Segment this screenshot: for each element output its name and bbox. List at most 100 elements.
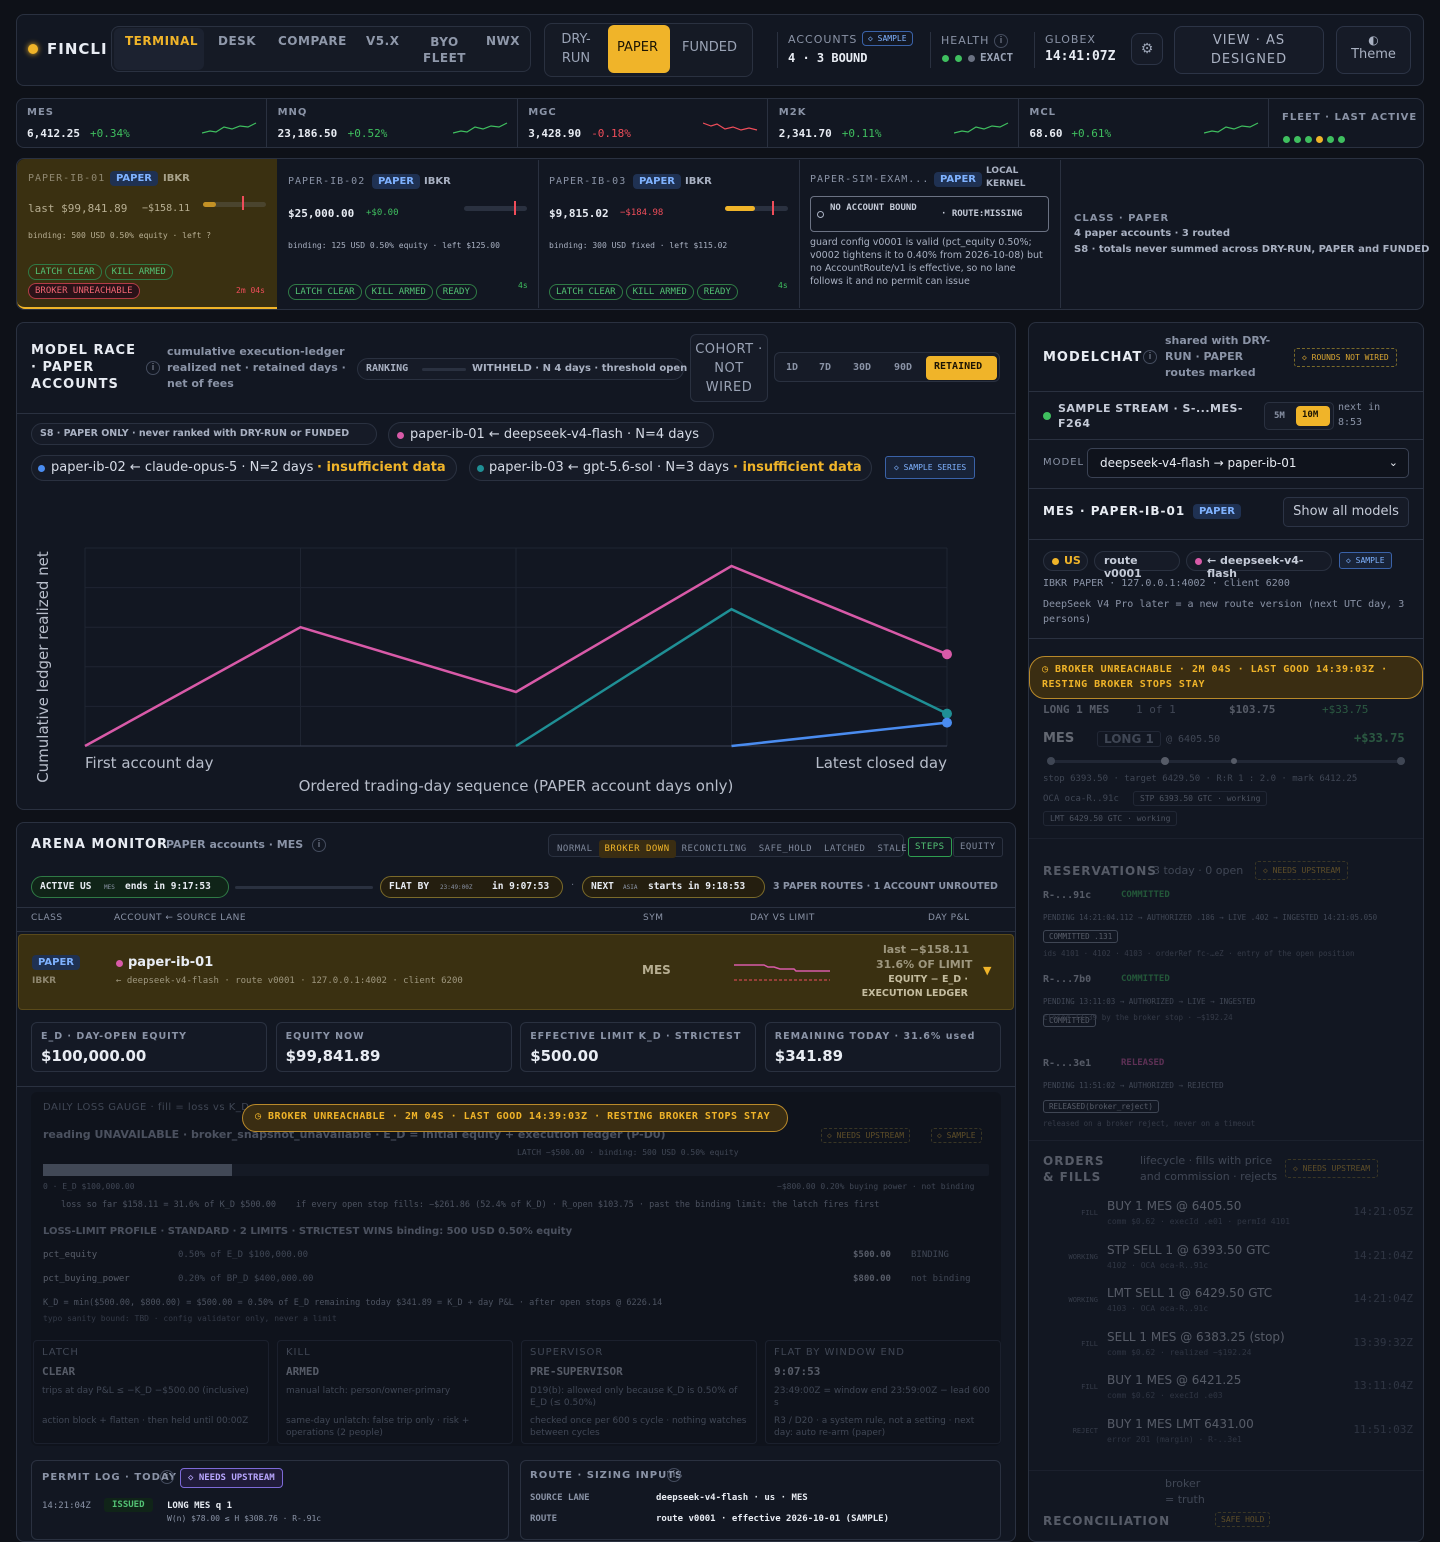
state-reconciling[interactable]: RECONCILING xyxy=(676,840,753,858)
account-binding: binding: 125 USD 0.50% equity · left $12… xyxy=(288,241,500,250)
ticker-mnq[interactable]: MNQ 23,186.50 +0.52% xyxy=(268,99,518,147)
ticker-change: +0.11% xyxy=(841,127,882,140)
gear-icon: ⚙ xyxy=(1140,41,1154,57)
routes-summary: 3 PAPER ROUTES · 1 ACCOUNT UNROUTED xyxy=(773,881,998,892)
stops-line: stop 6393.50 · target 6429.50 · R:R 1 : … xyxy=(1043,774,1358,784)
row-broker: IBKR xyxy=(32,976,57,986)
next-in-time: 8:53 xyxy=(1338,417,1363,428)
info-icon[interactable]: i xyxy=(1143,350,1157,364)
order-row[interactable]: WORKING LMT SELL 1 @ 6429.50 GTC 4103 · … xyxy=(1043,1286,1413,1328)
reservation-item[interactable]: R-...91c COMMITTED PENDING 14:21:04.112 … xyxy=(1043,890,1409,968)
divider xyxy=(1029,439,1423,440)
ticker-price: 68.60 xyxy=(1029,127,1063,140)
order-row[interactable]: WORKING STP SELL 1 @ 6393.50 GTC 4102 · … xyxy=(1043,1243,1413,1285)
tab-byo-fleet[interactable]: BYO FLEET xyxy=(422,34,467,66)
theme-button[interactable]: ◐ Theme xyxy=(1336,26,1411,74)
broker-warning-banner: ◷ BROKER UNREACHABLE · 2M 04S · LAST GOO… xyxy=(1029,656,1423,699)
order-row[interactable]: FILL BUY 1 MES @ 6405.50 comm $0.62 · ex… xyxy=(1043,1199,1413,1241)
divider xyxy=(1029,539,1423,540)
view-steps[interactable]: STEPS xyxy=(908,837,952,857)
range-retained[interactable]: RETAINED xyxy=(926,356,997,380)
gauge-title: DAILY LOSS GAUGE · fill = loss vs K_D xyxy=(43,1102,250,1113)
account-broker: IBKR xyxy=(163,173,190,184)
reservation-item[interactable]: R-...3e1 RELEASED PENDING 11:51:02 → AUT… xyxy=(1043,1058,1409,1136)
active-ends: ends in 9:17:53 xyxy=(125,881,211,892)
divider xyxy=(777,32,778,68)
info-icon[interactable]: i xyxy=(994,34,1008,48)
reservations-title: RESERVATIONS xyxy=(1043,864,1157,878)
day-vs-limit-sparkline xyxy=(734,964,830,981)
state-broker-down[interactable]: BROKER DOWN xyxy=(598,840,676,858)
withheld-label: WITHHELD · N 4 days · threshold open xyxy=(472,363,688,374)
window-5m[interactable]: 5M xyxy=(1274,411,1285,421)
scope-label: S8 · PAPER ONLY · never ranked with DRY-… xyxy=(40,428,350,439)
chip-route: route v0001 xyxy=(1094,551,1180,580)
window-10m[interactable]: 10M xyxy=(1296,406,1330,426)
state-normal[interactable]: NORMAL xyxy=(551,840,599,858)
gauge-left: 0 · E_D $100,000.00 xyxy=(43,1182,135,1191)
tab-desk[interactable]: DESK xyxy=(218,34,256,48)
view-as-designed-button[interactable]: VIEW · AS DESIGNED xyxy=(1174,26,1324,74)
range-30d[interactable]: 30D xyxy=(853,362,871,373)
range-7d[interactable]: 7D xyxy=(819,362,831,373)
order-row[interactable]: FILL BUY 1 MES @ 6421.25 comm $0.62 · ex… xyxy=(1043,1373,1413,1415)
account-name: PAPER-IB-02 xyxy=(288,176,366,187)
mode-paper[interactable]: PAPER xyxy=(608,25,670,73)
permit-status: ISSUED xyxy=(104,1498,153,1512)
health-dot xyxy=(955,55,962,62)
info-icon[interactable]: i xyxy=(146,361,160,375)
state-safe-hold[interactable]: SAFE_HOLD xyxy=(753,840,818,858)
order-row[interactable]: REJECT BUY 1 MES LMT 6431.00 error 201 (… xyxy=(1043,1417,1413,1459)
ticker-symbol: MES xyxy=(27,107,54,118)
range-1d[interactable]: 1D xyxy=(786,362,798,373)
mode-funded[interactable]: FUNDED xyxy=(682,40,737,55)
reservations-sub: 3 today · 0 open xyxy=(1153,864,1244,877)
info-icon[interactable]: i xyxy=(312,838,326,852)
next-in-label: next in xyxy=(1338,402,1381,413)
account-badge: PAPER xyxy=(934,172,983,187)
chip-sample: ◇ SAMPLE xyxy=(1339,552,1392,569)
pos-risk: $103.75 xyxy=(1229,703,1276,716)
account-note: guard config v0001 is valid (pct_equity … xyxy=(810,237,1043,287)
account-badge: PAPER xyxy=(633,174,682,189)
reservation-item[interactable]: R-...7b0 COMMITTED PENDING 13:11:03 → AU… xyxy=(1043,974,1409,1052)
divider xyxy=(799,160,800,308)
account-broker: IBKR xyxy=(685,176,712,187)
tab-nwx[interactable]: NWX xyxy=(486,34,520,48)
info-icon[interactable]: i xyxy=(160,1470,174,1484)
chip-us: US xyxy=(1043,551,1088,571)
rounds-not-wired-tag: ◇ ROUNDS NOT WIRED xyxy=(1294,348,1397,367)
profile-key: pct_buying_power xyxy=(43,1274,130,1284)
divider xyxy=(1029,638,1423,639)
pane-badge: PAPER xyxy=(1193,504,1242,519)
order-row[interactable]: FILL SELL 1 MES @ 6383.25 (stop) comm $0… xyxy=(1043,1330,1413,1372)
tab-compare[interactable]: COMPARE xyxy=(278,34,347,48)
state-stale[interactable]: STALE xyxy=(871,840,913,858)
divider xyxy=(1029,1140,1423,1141)
loss-gauge-section: DAILY LOSS GAUGE · fill = loss vs K_D re… xyxy=(31,1092,1001,1446)
mode-dry-run[interactable]: DRY-RUN xyxy=(553,30,599,68)
chevron-down-icon[interactable]: ▼ xyxy=(983,964,991,977)
tab-terminal[interactable]: TERMINAL xyxy=(114,28,204,70)
ticker-mcl[interactable]: MCL 68.60 +0.61% xyxy=(1019,99,1270,147)
ticker-change: +0.61% xyxy=(1071,127,1112,140)
race-title: MODEL RACE · PAPER ACCOUNTS xyxy=(31,343,136,392)
show-all-models-button[interactable]: Show all models xyxy=(1283,497,1409,527)
ticker-m2k[interactable]: M2K 2,341.70 +0.11% xyxy=(769,99,1019,147)
account-age: 4s xyxy=(518,281,528,290)
recon-sub: broker = truth xyxy=(1165,1477,1205,1506)
view-equity[interactable]: EQUITY xyxy=(953,837,1003,857)
divider xyxy=(930,32,931,68)
ticker-mes[interactable]: MES 6,412.25 +0.34% xyxy=(17,99,267,147)
settings-button[interactable]: ⚙ xyxy=(1131,33,1163,65)
recon-divider xyxy=(1029,1470,1423,1471)
range-90d[interactable]: 90D xyxy=(894,362,912,373)
lane-dot xyxy=(38,465,45,472)
model-select[interactable]: deepseek-v4-flash → paper-ib-01 ⌄ xyxy=(1087,448,1409,478)
active-label: ACTIVE US xyxy=(40,881,92,892)
info-icon[interactable]: i xyxy=(667,1468,681,1482)
state-latched[interactable]: LATCHED xyxy=(818,840,871,858)
ticker-mgc[interactable]: MGC 3,428.90 -0.18% xyxy=(518,99,769,147)
account-binding: binding: 500 USD 0.50% equity · left ? xyxy=(28,231,212,240)
tab-v5x[interactable]: V5.X xyxy=(366,34,399,48)
